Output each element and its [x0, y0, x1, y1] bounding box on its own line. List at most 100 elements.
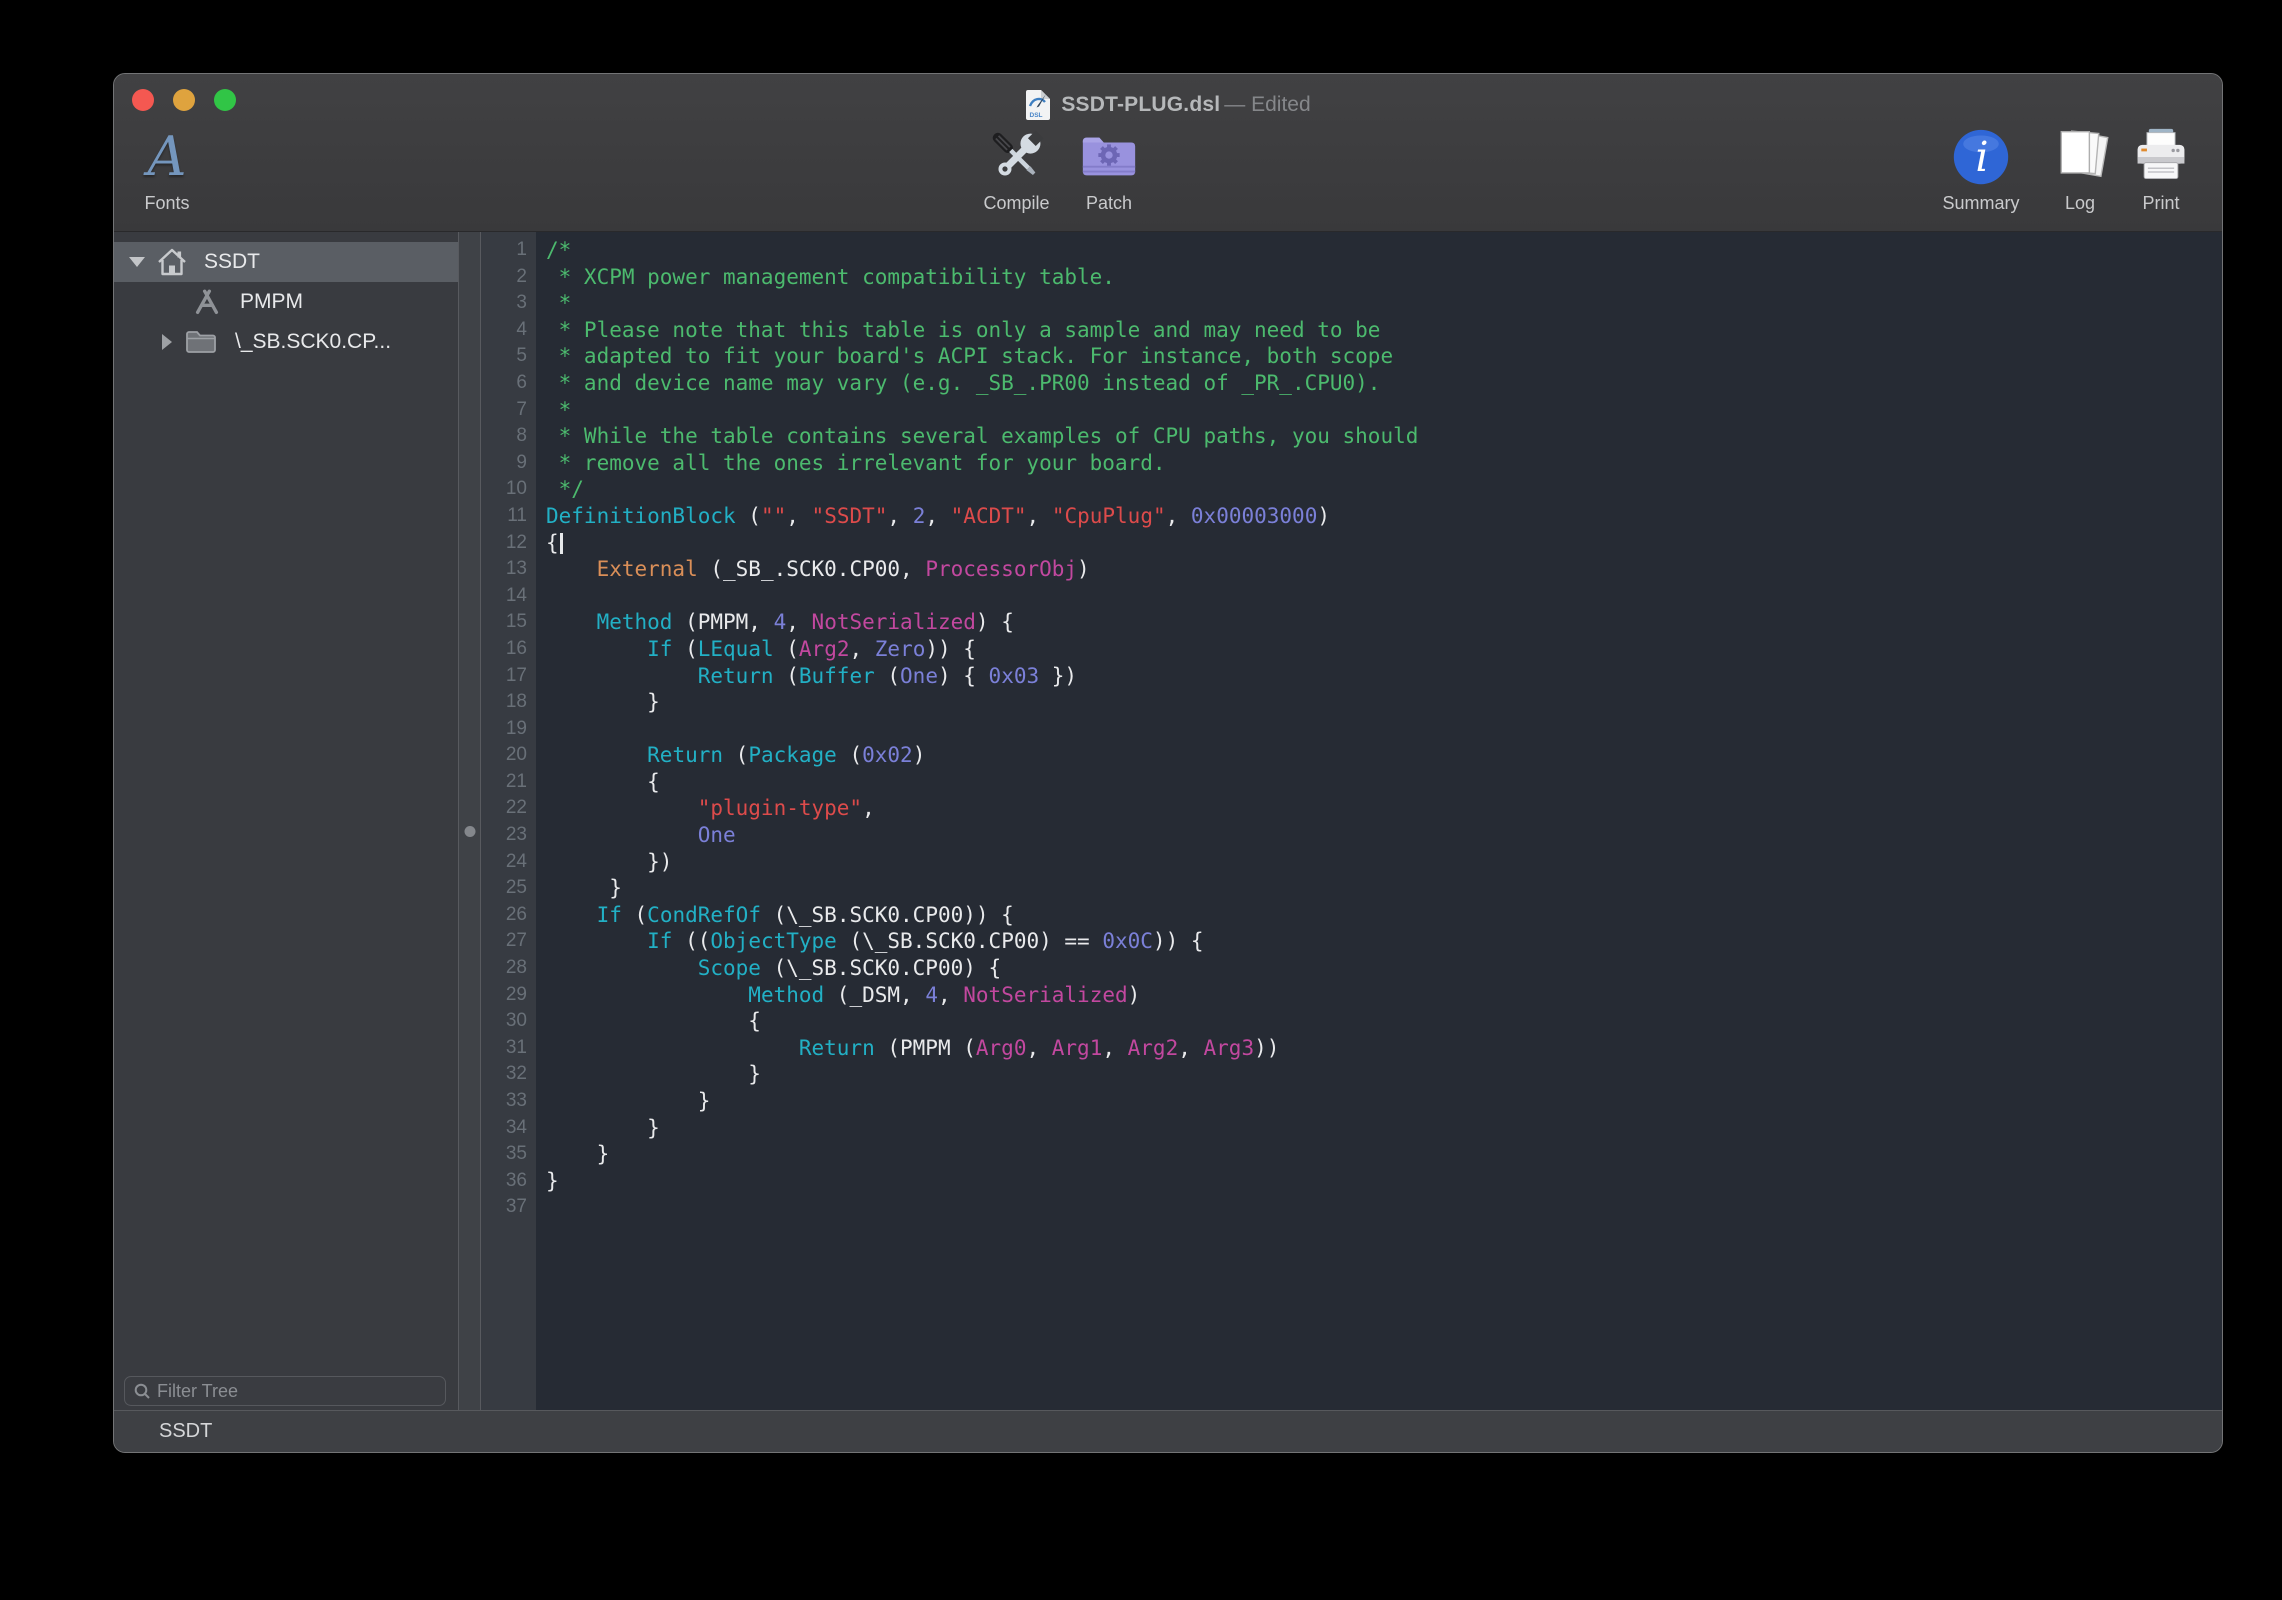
patch-button[interactable]: Patch: [1064, 124, 1154, 214]
fonts-button[interactable]: A Fonts: [122, 124, 212, 214]
summary-label: Summary: [1942, 193, 2019, 214]
line-number: 19: [481, 716, 536, 743]
line-number: 33: [481, 1088, 536, 1115]
code-line: If (LEqual (Arg2, Zero)) {: [546, 636, 2222, 663]
code-line: }: [546, 1115, 2222, 1142]
summary-button[interactable]: i Summary: [1931, 124, 2031, 214]
status-bar: SSDT: [114, 1410, 2222, 1452]
tree-item-label: \_SB.SCK0.CP...: [235, 330, 391, 354]
tree-item-sb-sck0[interactable]: \_SB.SCK0.CP...: [114, 322, 458, 362]
code-line: Return (Buffer (One) { 0x03 }): [546, 663, 2222, 690]
code-line: If (CondRefOf (\_SB.SCK0.CP00)) {: [546, 902, 2222, 929]
method-icon: [192, 287, 222, 317]
code-line: *: [546, 397, 2222, 424]
line-number: 7: [481, 397, 536, 424]
tree-item-label: SSDT: [204, 250, 260, 274]
print-label: Print: [2142, 193, 2179, 214]
line-number: 3: [481, 290, 536, 317]
code-line: {: [546, 769, 2222, 796]
window-title-row: DSL SSDT-PLUG.dsl— Edited: [114, 88, 2222, 122]
line-number: 14: [481, 583, 536, 610]
code-line: * and device name may vary (e.g. _SB_.PR…: [546, 370, 2222, 397]
code-line: Return (Package (0x02): [546, 742, 2222, 769]
line-number: 34: [481, 1115, 536, 1142]
code-line: Method (_DSM, 4, NotSerialized): [546, 982, 2222, 1009]
code-line: If ((ObjectType (\_SB.SCK0.CP00) == 0x0C…: [546, 928, 2222, 955]
fonts-serif-a-icon: A: [148, 127, 187, 187]
code-line: [546, 583, 2222, 610]
line-number: 9: [481, 450, 536, 477]
code-line: /*: [546, 237, 2222, 264]
tree-item-ssdt[interactable]: SSDT: [114, 242, 458, 282]
code-line: *: [546, 290, 2222, 317]
disclosure-down-icon[interactable]: [129, 257, 145, 267]
line-number: 18: [481, 689, 536, 716]
line-number: 12: [481, 530, 536, 557]
line-number: 30: [481, 1008, 536, 1035]
line-number: 25: [481, 875, 536, 902]
log-button[interactable]: Log: [2040, 124, 2120, 214]
line-number: 24: [481, 849, 536, 876]
tree-item-label: PMPM: [240, 290, 303, 314]
sidebar: SSDT PMPM: [114, 232, 458, 1410]
patch-folder-gear-icon: [1078, 126, 1140, 188]
code-lines[interactable]: /* * XCPM power management compatibility…: [536, 232, 2222, 1410]
line-number: 5: [481, 343, 536, 370]
log-pages-icon: [2050, 127, 2110, 187]
code-line: * Please note that this table is only a …: [546, 317, 2222, 344]
line-number: 35: [481, 1141, 536, 1168]
text-caret: [560, 533, 563, 554]
code-line: Return (PMPM (Arg0, Arg1, Arg2, Arg3)): [546, 1035, 2222, 1062]
tree-item-pmpm[interactable]: PMPM: [114, 282, 458, 322]
line-number: 31: [481, 1035, 536, 1062]
patch-label: Patch: [1086, 193, 1132, 214]
log-label: Log: [2065, 193, 2095, 214]
code-line: * XCPM power management compatibility ta…: [546, 264, 2222, 291]
window-title: SSDT-PLUG.dsl: [1061, 93, 1220, 116]
window-chrome: DSL SSDT-PLUG.dsl— Edited A Fonts: [114, 74, 2222, 232]
sidebar-splitter[interactable]: [458, 232, 481, 1410]
code-line: * While the table contains several examp…: [546, 423, 2222, 450]
search-icon: [133, 1382, 151, 1400]
summary-i-glyph: i: [1975, 133, 1988, 181]
line-number: 13: [481, 556, 536, 583]
code-line: }: [546, 1141, 2222, 1168]
compile-button[interactable]: Compile: [969, 124, 1064, 214]
line-number: 23: [481, 822, 536, 849]
code-line: One: [546, 822, 2222, 849]
line-number: 22: [481, 795, 536, 822]
code-line: "plugin-type",: [546, 795, 2222, 822]
line-number: 36: [481, 1168, 536, 1195]
disclosure-right-icon[interactable]: [162, 334, 172, 350]
code-line: }: [546, 689, 2222, 716]
splitter-handle[interactable]: [464, 826, 475, 837]
code-line: DefinitionBlock ("", "SSDT", 2, "ACDT", …: [546, 503, 2222, 530]
code-line: }: [546, 1088, 2222, 1115]
line-number: 20: [481, 742, 536, 769]
folder-icon: [185, 329, 217, 355]
print-printer-icon: [2131, 127, 2191, 187]
code-line: }): [546, 849, 2222, 876]
code-line: {: [546, 1008, 2222, 1035]
filter-tree-field[interactable]: [124, 1376, 446, 1406]
doc-badge-label: DSL: [1030, 112, 1043, 119]
status-table-name: SSDT: [159, 1420, 212, 1443]
summary-info-icon: i: [1951, 127, 2011, 187]
line-number: 26: [481, 902, 536, 929]
code-line: * remove all the ones irrelevant for you…: [546, 450, 2222, 477]
code-line: */: [546, 476, 2222, 503]
line-number: 1: [481, 237, 536, 264]
code-line: }: [546, 1168, 2222, 1195]
code-line: Scope (\_SB.SCK0.CP00) {: [546, 955, 2222, 982]
line-number: 15: [481, 609, 536, 636]
line-number: 10: [481, 476, 536, 503]
print-button[interactable]: Print: [2121, 124, 2201, 214]
window-title-edited: — Edited: [1224, 93, 1310, 116]
code-line: * adapted to fit your board's ACPI stack…: [546, 343, 2222, 370]
filter-tree-input[interactable]: [157, 1381, 437, 1402]
line-number: 6: [481, 370, 536, 397]
line-number: 16: [481, 636, 536, 663]
line-number: 4: [481, 317, 536, 344]
fonts-label: Fonts: [144, 193, 189, 214]
code-line: [546, 716, 2222, 743]
